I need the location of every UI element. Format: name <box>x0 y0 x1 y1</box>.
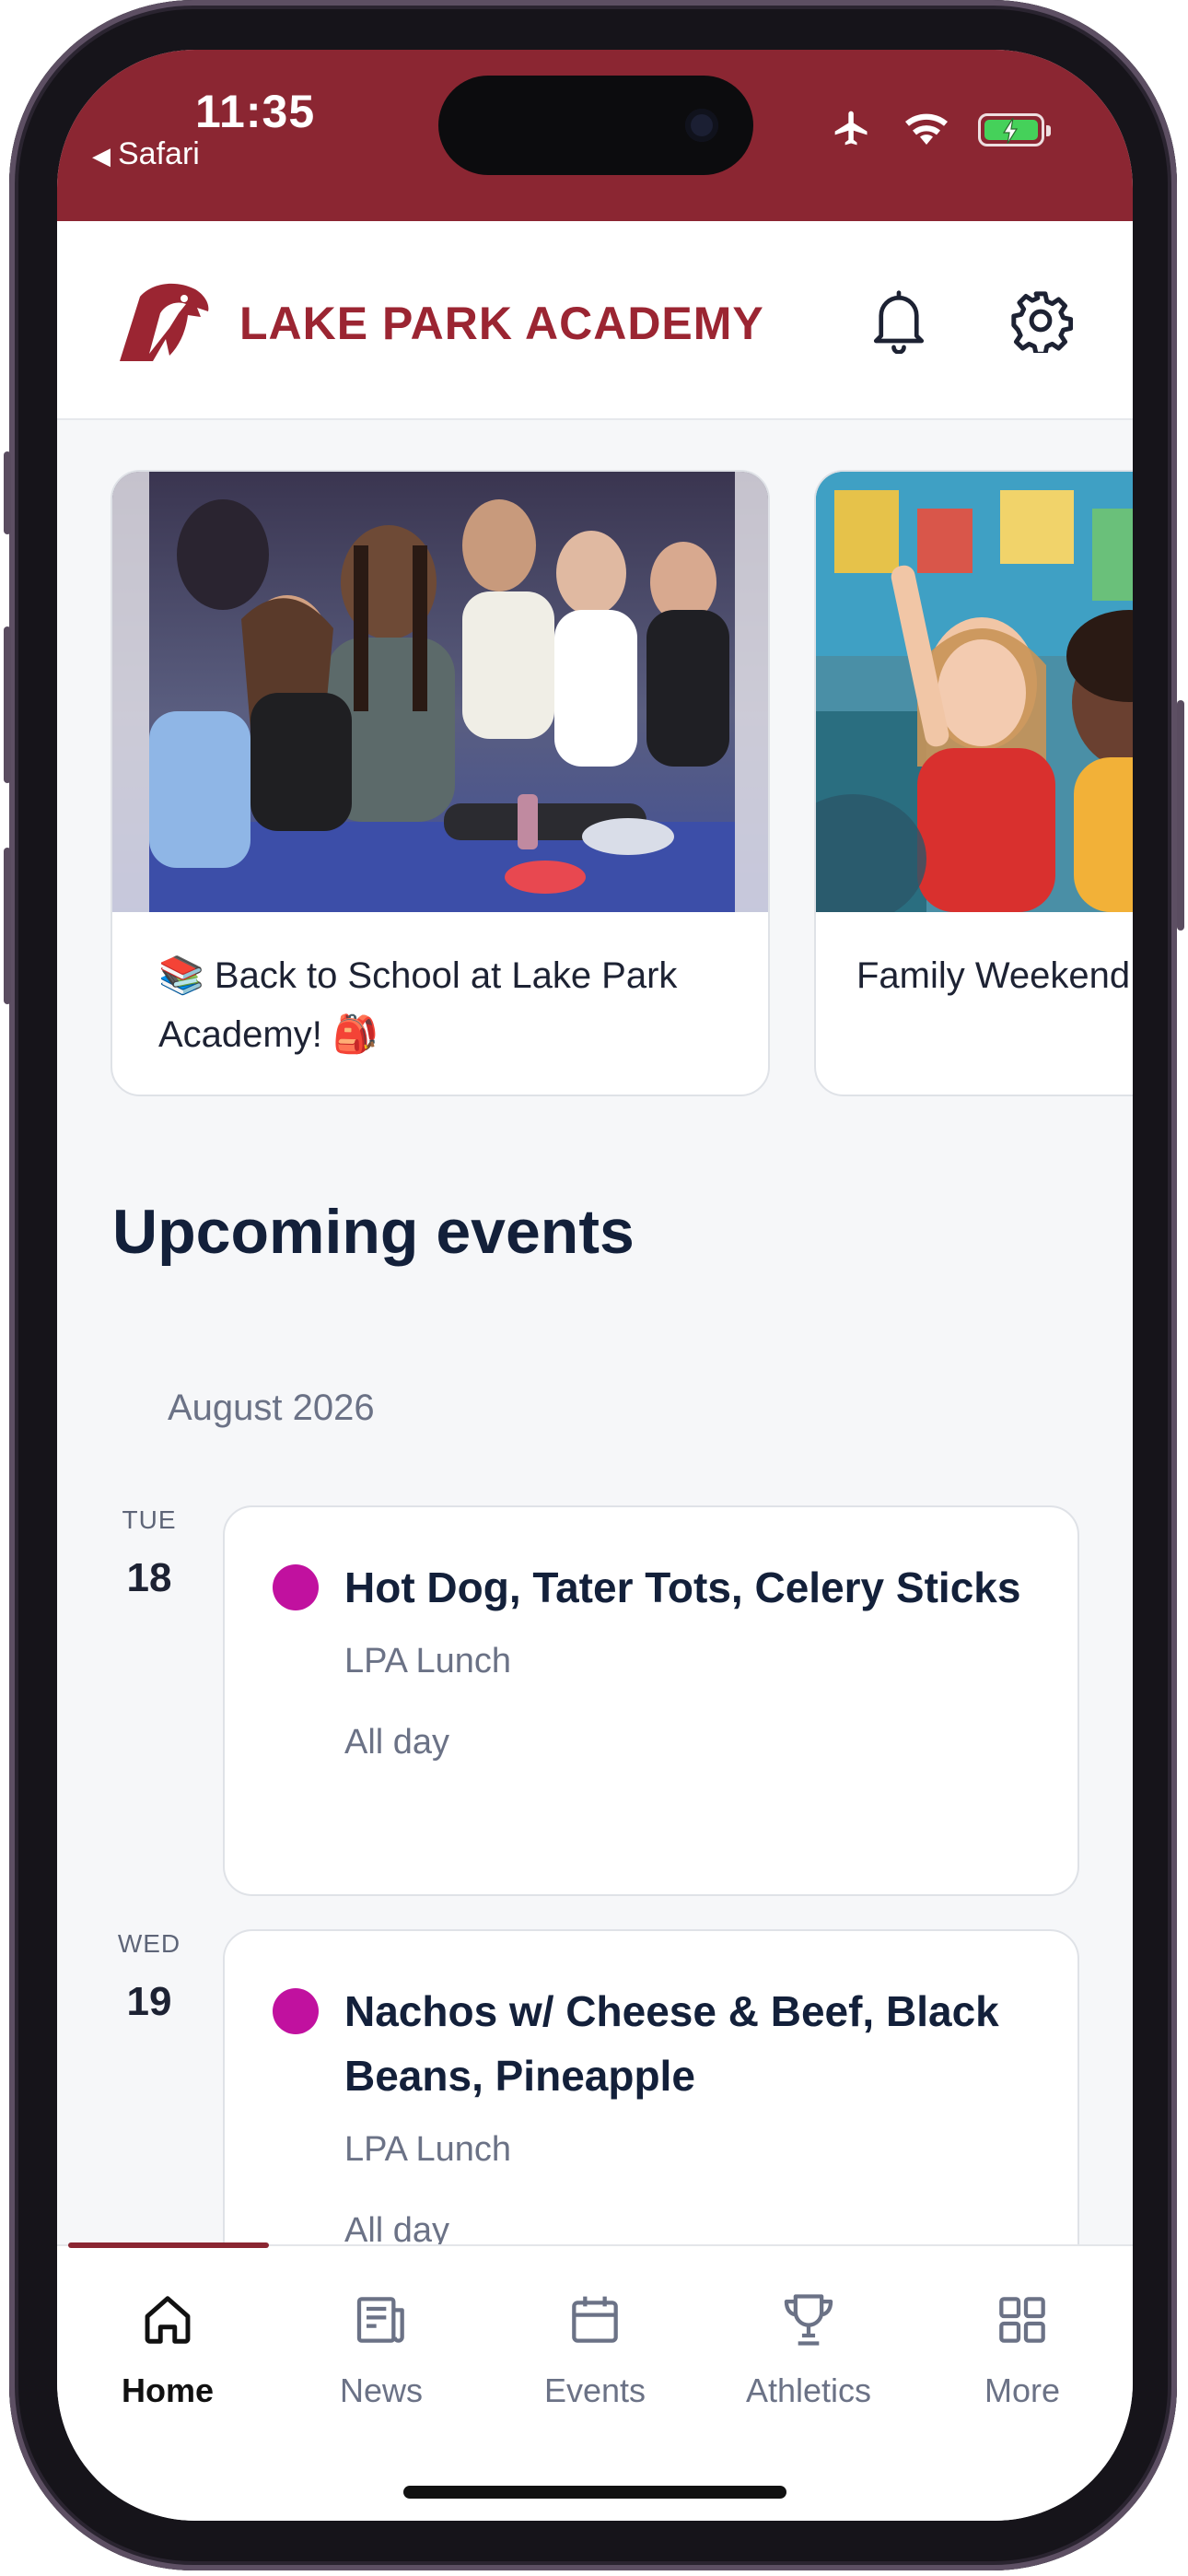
back-to-app-link[interactable]: ◀ Safari <box>92 136 200 172</box>
bell-icon[interactable] <box>862 284 936 357</box>
battery-charging-icon <box>978 113 1051 146</box>
gear-icon[interactable] <box>1004 284 1077 357</box>
event-title: Hot Dog, Tater Tots, Celery Sticks <box>344 1563 1021 1611</box>
home-indicator[interactable] <box>403 2486 786 2499</box>
news-card-caption: Family Weekend <box>856 955 1131 996</box>
event-color-dot <box>273 1564 319 1610</box>
app-header: LAKE PARK ACADEMY <box>57 221 1133 420</box>
grid-icon <box>930 2283 1114 2357</box>
airplane-icon <box>829 108 875 153</box>
tab-home[interactable]: Home <box>76 2283 260 2421</box>
status-icons <box>829 107 1051 153</box>
event-day: 18 <box>126 1555 172 1600</box>
tab-events[interactable]: Events <box>503 2283 687 2421</box>
event-calendar: LPA Lunch <box>344 2130 512 2169</box>
event-card[interactable]: Hot Dog, Tater Tots, Celery Sticks LPA L… <box>223 1505 1079 1896</box>
screen: 11:35 ◀ Safari LAKE PARK ACADEMY 📚 Back … <box>57 50 1133 2521</box>
phone-device: 11:35 ◀ Safari LAKE PARK ACADEMY 📚 Back … <box>0 0 1188 2576</box>
event-calendar: LPA Lunch <box>344 1642 512 1680</box>
front-camera <box>685 109 718 142</box>
tab-label: More <box>984 2371 1061 2409</box>
active-tab-indicator <box>68 2242 269 2248</box>
tab-label: Events <box>543 2371 646 2409</box>
silent-switch <box>4 451 11 534</box>
kids-raising-hands-photo <box>816 472 1133 912</box>
dynamic-island <box>438 76 753 175</box>
volume-up-button <box>4 626 11 783</box>
news-card[interactable]: 📚 Back to School at Lake Park Academy! 🎒 <box>111 470 770 1096</box>
eagle-logo <box>120 283 209 361</box>
event-color-dot <box>273 1988 319 2034</box>
status-bar: 11:35 ◀ Safari <box>57 50 1133 221</box>
event-weekday: WED <box>117 1929 181 1958</box>
students-sitting-photo <box>112 472 768 912</box>
news-icon <box>289 2283 473 2357</box>
back-app-label: Safari <box>118 136 200 171</box>
tab-news[interactable]: News <box>289 2283 473 2421</box>
back-triangle-icon: ◀ <box>92 142 111 170</box>
news-carousel[interactable]: 📚 Back to School at Lake Park Academy! 🎒 <box>57 470 1133 1106</box>
event-title: Nachos w/ Cheese & Beef, Black Beans, Pi… <box>344 1987 999 2100</box>
event-weekday: TUE <box>122 1505 177 1534</box>
tab-label: Athletics <box>745 2371 872 2409</box>
tab-more[interactable]: More <box>930 2283 1114 2421</box>
event-day: 19 <box>126 1979 172 2024</box>
tab-bar: Home News Events Athletics More <box>57 2242 1133 2521</box>
news-card[interactable]: Family Weekend <box>814 470 1133 1096</box>
event-time: All day <box>344 1723 450 1762</box>
section-title-upcoming-events: Upcoming events <box>112 1197 635 1267</box>
tab-label: Home <box>121 2371 215 2409</box>
month-label: August 2026 <box>168 1388 375 1428</box>
brand-title: LAKE PARK ACADEMY <box>239 298 764 349</box>
volume-down-button <box>4 848 11 1004</box>
wifi-icon <box>903 110 950 151</box>
trophy-icon <box>716 2283 901 2357</box>
home-icon <box>76 2283 260 2357</box>
calendar-icon <box>503 2283 687 2357</box>
status-time: 11:35 <box>195 86 316 137</box>
power-button <box>1177 700 1184 931</box>
tab-label: News <box>339 2371 424 2409</box>
news-card-caption: 📚 Back to School at Lake Park Academy! 🎒 <box>158 955 678 1055</box>
tab-athletics[interactable]: Athletics <box>716 2283 901 2421</box>
